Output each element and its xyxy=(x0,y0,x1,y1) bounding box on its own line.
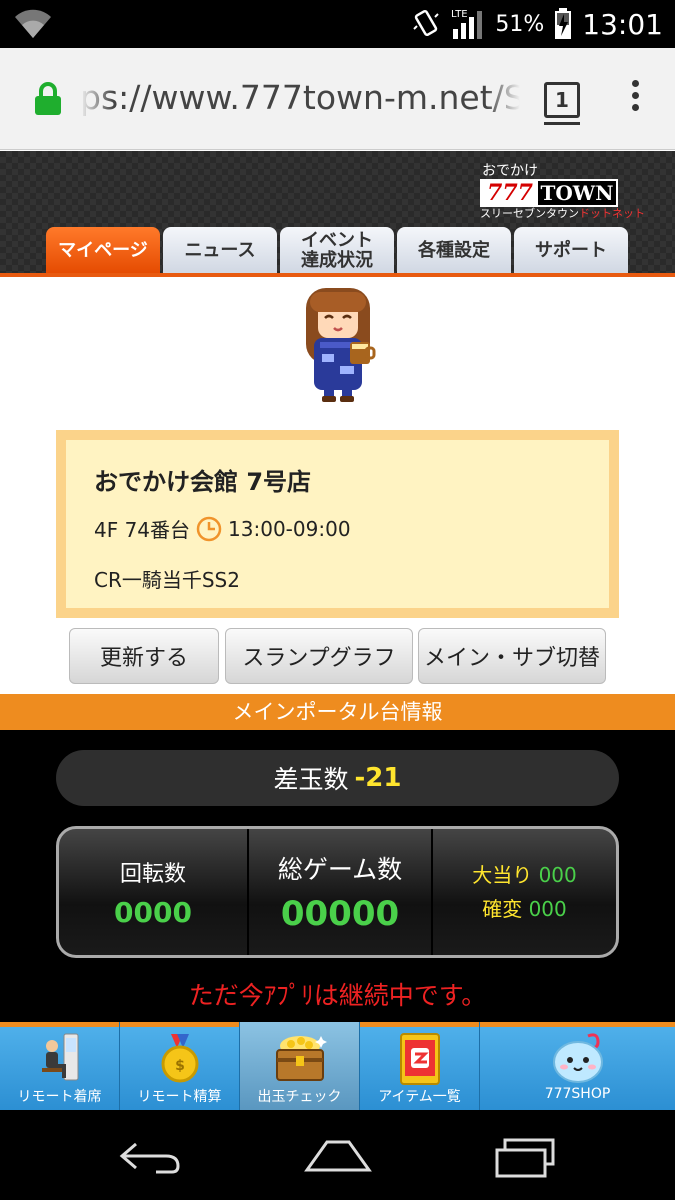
site-logo[interactable]: おでかけ 777 TOWN スリーセブンタウンドットネット xyxy=(480,163,645,225)
status-message: ただ今ｱﾌﾟﾘは継続中です。 xyxy=(188,981,487,1010)
url-fade-right xyxy=(486,78,520,122)
total-games-value: 00000 xyxy=(280,894,400,934)
tab-event-status-label: イベント 達成状況 xyxy=(301,230,373,271)
total-games-stat: 総ゲーム数 00000 xyxy=(247,829,431,955)
jackpot-label: 大当り xyxy=(472,863,533,887)
clock: 13:01 xyxy=(582,7,663,41)
battery-charging-icon xyxy=(555,8,572,39)
jackpot-value: 000 xyxy=(538,863,577,887)
portal-panel: 差玉数 -21 回転数 0000 総ゲーム数 00000 大当り 000 確変 … xyxy=(0,730,675,1022)
spins-stat: 回転数 0000 xyxy=(59,829,247,955)
site-header: おでかけ 777 TOWN スリーセブンタウンドットネット マイページ ニュース… xyxy=(0,151,675,275)
recent-apps-icon[interactable] xyxy=(493,1138,559,1178)
jackpot-stat: 大当り 000 確変 000 xyxy=(431,829,616,955)
wifi-icon xyxy=(15,9,51,38)
logo-town: TOWN xyxy=(538,181,616,205)
nav-777shop-label: 777SHOP xyxy=(544,1086,611,1102)
logo-subtitle: スリーセブンタウンドットネット xyxy=(480,207,645,221)
site-tabs: マイページ ニュース イベント 達成状況 各種設定 サポート xyxy=(46,227,628,275)
machine-location-row: 4F 74番台 13:00-09:00 xyxy=(94,514,351,543)
browser-url-bar: ps://www.777town-m.net/SP 1 xyxy=(0,48,675,150)
tab-news[interactable]: ニュース xyxy=(163,227,277,275)
nav-item-list[interactable]: アイテム一覧 xyxy=(360,1022,480,1110)
kakuhen-value: 000 xyxy=(528,897,567,921)
home-icon[interactable] xyxy=(303,1138,373,1174)
item-card-icon xyxy=(399,1033,440,1085)
tab-switcher-underline xyxy=(544,122,580,125)
mascot-icon xyxy=(552,1033,603,1083)
main-sub-switch-button[interactable]: メイン・サブ切替 xyxy=(418,628,606,684)
floor-machine: 4F 74番台 xyxy=(94,518,191,542)
nav-item-list-label: アイテム一覧 xyxy=(378,1089,461,1105)
clock-icon xyxy=(196,516,222,541)
ball-difference: 差玉数 -21 xyxy=(56,750,619,806)
slump-graph-button[interactable]: スランプグラフ xyxy=(225,628,413,684)
nav-payout-check-label: 出玉チェック xyxy=(257,1089,342,1105)
jackpot-row: 大当り 000 xyxy=(472,858,577,892)
spins-label: 回転数 xyxy=(119,861,186,887)
ball-difference-label: 差玉数 xyxy=(273,765,349,794)
url-field[interactable]: ps://www.777town-m.net/SP xyxy=(80,78,520,122)
nav-remote-seat-label: リモート着席 xyxy=(17,1089,102,1105)
tab-underline xyxy=(0,273,675,277)
logo-sub-a: スリーセブンタウン xyxy=(480,207,579,220)
back-icon[interactable] xyxy=(116,1138,182,1174)
svg-text:$: $ xyxy=(175,1058,185,1074)
logo-777: 777 xyxy=(482,181,538,205)
machine-name: CR一騎当千SS2 xyxy=(94,568,240,592)
tab-switcher-button[interactable]: 1 xyxy=(544,82,580,118)
signal-icon: LTE xyxy=(451,9,483,39)
lock-icon xyxy=(35,82,61,115)
business-hours: 13:00-09:00 xyxy=(228,516,351,541)
tab-support[interactable]: サポート xyxy=(514,227,628,275)
svg-text:LTE: LTE xyxy=(451,9,468,20)
status-bar: LTE 51% 13:01 xyxy=(0,0,675,48)
machine-info-box: おでかけ会館 7号店 4F 74番台 13:00-09:00 CR一騎当千SS2 xyxy=(56,430,619,618)
treasure-chest-icon xyxy=(275,1036,327,1081)
ball-difference-value: -21 xyxy=(354,763,402,793)
shop-name: おでかけ会館 7号店 xyxy=(94,468,312,496)
remote-seat-icon xyxy=(41,1033,78,1081)
refresh-button[interactable]: 更新する xyxy=(69,628,219,684)
url-fade-left xyxy=(80,78,114,122)
avatar xyxy=(306,288,376,402)
total-games-label: 総ゲーム数 xyxy=(277,855,403,884)
portal-section-title: メインポータル台情報 xyxy=(0,694,675,730)
nav-remote-settle-label: リモート精算 xyxy=(137,1089,222,1105)
vibrate-icon xyxy=(413,9,440,37)
tab-settings[interactable]: 各種設定 xyxy=(397,227,511,275)
tab-mypage[interactable]: マイページ xyxy=(46,227,160,275)
system-nav-bar xyxy=(0,1110,675,1200)
nav-remote-settle[interactable]: $ リモート精算 xyxy=(120,1022,240,1110)
logo-top-text: おでかけ xyxy=(482,163,538,179)
battery-percent: 51% xyxy=(495,11,545,37)
stats-panel: 回転数 0000 総ゲーム数 00000 大当り 000 確変 000 xyxy=(56,826,619,958)
kakuhen-row: 確変 000 xyxy=(482,892,567,926)
kakuhen-label: 確変 xyxy=(482,897,523,921)
bottom-nav: リモート着席 $ リモート精算 出玉チェック アイテム一覧 777SHOP xyxy=(0,1022,675,1110)
tab-event-status[interactable]: イベント 達成状況 xyxy=(280,227,394,275)
medal-icon: $ xyxy=(161,1034,198,1083)
nav-remote-seat[interactable]: リモート着席 xyxy=(0,1022,120,1110)
logo-sub-b: ドットネット xyxy=(579,207,645,220)
more-menu-icon[interactable] xyxy=(628,80,642,120)
nav-777shop[interactable]: 777SHOP xyxy=(480,1022,675,1110)
nav-payout-check[interactable]: 出玉チェック xyxy=(240,1022,360,1110)
spins-value: 0000 xyxy=(114,895,192,929)
